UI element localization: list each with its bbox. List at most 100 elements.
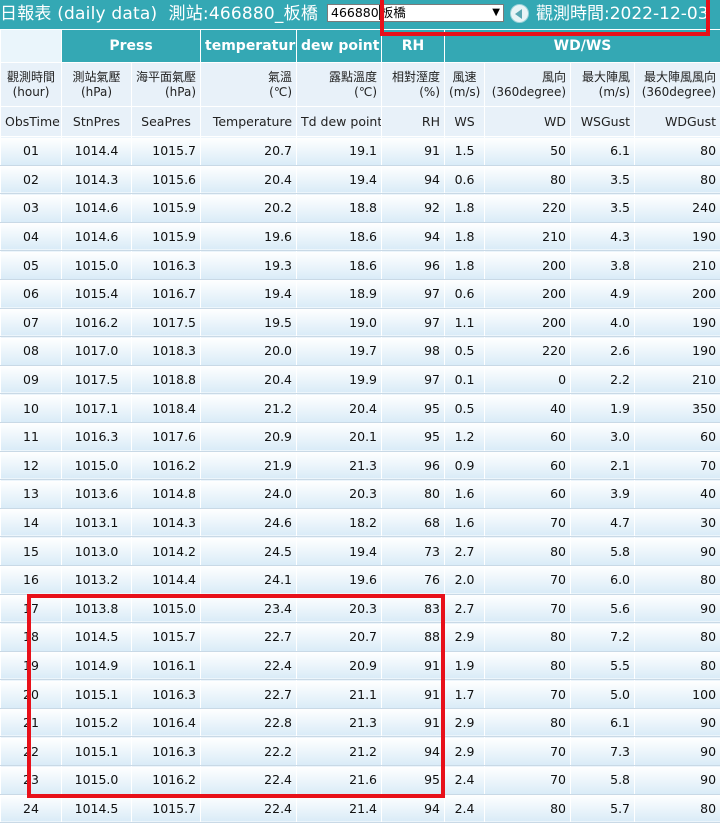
table-cell: 19.6 xyxy=(296,564,383,595)
column-header-zh-unit: (hPa) xyxy=(164,84,197,99)
table-row: 18 1014.5 1015.7 22.7 20.7 88 2.9 80 7.2 80 xyxy=(0,622,720,652)
table-cell: 06 xyxy=(0,278,62,309)
table-cell: 1.7 xyxy=(444,679,486,709)
table-cell: 21 xyxy=(0,707,62,738)
table-cell: 2.4 xyxy=(444,765,486,795)
table-cell: 80 xyxy=(484,707,572,738)
table-cell: 24.5 xyxy=(200,536,298,566)
table-row: 17 1013.8 1015.0 23.4 20.3 83 2.7 70 5.6 90 xyxy=(0,593,720,624)
table-cell: 21.6 xyxy=(296,765,383,795)
table-cell: 1014.9 xyxy=(61,650,132,681)
table-cell: 0.6 xyxy=(444,164,486,195)
table-cell: 22.2 xyxy=(200,736,298,767)
table-cell: 1.1 xyxy=(444,307,486,338)
table-cell: 30 xyxy=(634,507,720,538)
table-cell: 3.0 xyxy=(570,421,636,452)
table-cell: 1017.0 xyxy=(61,336,132,366)
table-row: 02 1014.3 1015.6 20.4 19.4 94 0.6 80 3.5 80 xyxy=(0,164,720,195)
table-row: 08 1017.0 1018.3 20.0 19.7 98 0.5 220 2.6 190 xyxy=(0,336,720,366)
table-cell: 1014.4 xyxy=(61,136,132,166)
table-cell: 1.6 xyxy=(444,507,486,538)
table-row: 09 1017.5 1018.8 20.4 19.9 97 0.1 0 2.2 210 xyxy=(0,364,720,395)
table-cell: 1016.3 xyxy=(130,679,202,709)
column-header-en: RH xyxy=(381,106,446,137)
table-cell: 80 xyxy=(484,793,572,824)
table-cell: 97 xyxy=(381,278,446,309)
table-cell: 21.2 xyxy=(200,393,298,423)
column-header-en: WDGust xyxy=(634,106,720,137)
table-cell: 2.7 xyxy=(444,593,486,624)
table-cell: 20 xyxy=(0,679,62,709)
table-cell: 70 xyxy=(484,679,572,709)
table-cell: 2.1 xyxy=(570,450,636,481)
table-cell: 1015.7 xyxy=(130,793,202,824)
column-header-en: WS xyxy=(444,106,486,137)
table-cell: 1015.2 xyxy=(61,707,132,738)
table-cell: 200 xyxy=(484,307,572,338)
previous-day-icon[interactable] xyxy=(510,4,529,23)
table-row: 10 1017.1 1018.4 21.2 20.4 95 0.5 40 1.9 350 xyxy=(0,393,720,423)
table-cell: 1018.8 xyxy=(130,364,202,395)
table-cell: 220 xyxy=(484,336,572,366)
group-header-row: Press temperature dew point RH WD/WS xyxy=(0,29,720,63)
table-cell: 80 xyxy=(634,564,720,595)
table-cell: 20.7 xyxy=(296,622,383,652)
column-header-zh: 測站氣壓 (hPa) xyxy=(61,62,132,107)
table-cell: 80 xyxy=(484,622,572,652)
column-header-zh: 氣溫 (℃) xyxy=(200,62,298,107)
table-cell: 5.0 xyxy=(570,679,636,709)
table-cell: 18 xyxy=(0,622,62,652)
table-cell: 12 xyxy=(0,450,62,481)
table-cell: 1.8 xyxy=(444,193,486,223)
table-cell: 80 xyxy=(634,164,720,195)
table-cell: 90 xyxy=(634,536,720,566)
table-cell: 50 xyxy=(484,136,572,166)
table-cell: 0.5 xyxy=(444,336,486,366)
table-cell: 4.7 xyxy=(570,507,636,538)
table-cell: 19.1 xyxy=(296,136,383,166)
column-header-zh-name: 最大陣風風向 xyxy=(644,69,717,84)
table-cell: 2.0 xyxy=(444,564,486,595)
station-select[interactable]: 466880 板橋 ▼ xyxy=(327,4,504,22)
column-header-zh-name: 測站氣壓 xyxy=(72,69,121,84)
table-cell: 80 xyxy=(634,650,720,681)
table-cell: 18.6 xyxy=(296,221,383,252)
table-cell: 190 xyxy=(634,336,720,366)
table-cell: 90 xyxy=(634,593,720,624)
table-cell: 19.3 xyxy=(200,250,298,280)
table-cell: 70 xyxy=(634,450,720,481)
table-cell: 6.1 xyxy=(570,136,636,166)
table-cell: 1017.6 xyxy=(130,421,202,452)
table-cell: 2.2 xyxy=(570,364,636,395)
table-cell: 4.9 xyxy=(570,278,636,309)
table-row: 11 1016.3 1017.6 20.9 20.1 95 1.2 60 3.0 60 xyxy=(0,421,720,452)
table-cell: 2.4 xyxy=(444,793,486,824)
group-header-dew-point: dew point xyxy=(296,29,383,63)
table-cell: 95 xyxy=(381,765,446,795)
table-cell: 0.6 xyxy=(444,278,486,309)
table-cell: 94 xyxy=(381,221,446,252)
table-cell: 200 xyxy=(484,250,572,280)
table-cell: 1014.8 xyxy=(130,479,202,509)
column-header-zh-unit: (℃) xyxy=(269,84,293,99)
table-cell: 88 xyxy=(381,622,446,652)
column-header-zh: 觀測時間 (hour) xyxy=(0,62,62,107)
table-cell: 1017.1 xyxy=(61,393,132,423)
table-cell: 1015.4 xyxy=(61,278,132,309)
column-header-zh: 最大陣風 (m/s) xyxy=(570,62,636,107)
column-header-zh-name: 觀測時間 xyxy=(6,69,55,84)
table-row: 21 1015.2 1016.4 22.8 21.3 91 2.9 80 6.1 90 xyxy=(0,707,720,738)
column-header-zh: 海平面氣壓 (hPa) xyxy=(130,62,202,107)
table-cell: 6.0 xyxy=(570,564,636,595)
table-cell: 23 xyxy=(0,765,62,795)
table-cell: 1.2 xyxy=(444,421,486,452)
table-cell: 94 xyxy=(381,736,446,767)
table-row: 23 1015.0 1016.2 22.4 21.6 95 2.4 70 5.8 90 xyxy=(0,765,720,795)
table-cell: 5.7 xyxy=(570,793,636,824)
table-cell: 1015.0 xyxy=(61,765,132,795)
table-cell: 20.4 xyxy=(200,364,298,395)
table-cell: 210 xyxy=(634,250,720,280)
table-cell: 20.4 xyxy=(200,164,298,195)
station-label: 測站:466880_板橋 xyxy=(168,4,319,24)
table-cell: 5.8 xyxy=(570,765,636,795)
